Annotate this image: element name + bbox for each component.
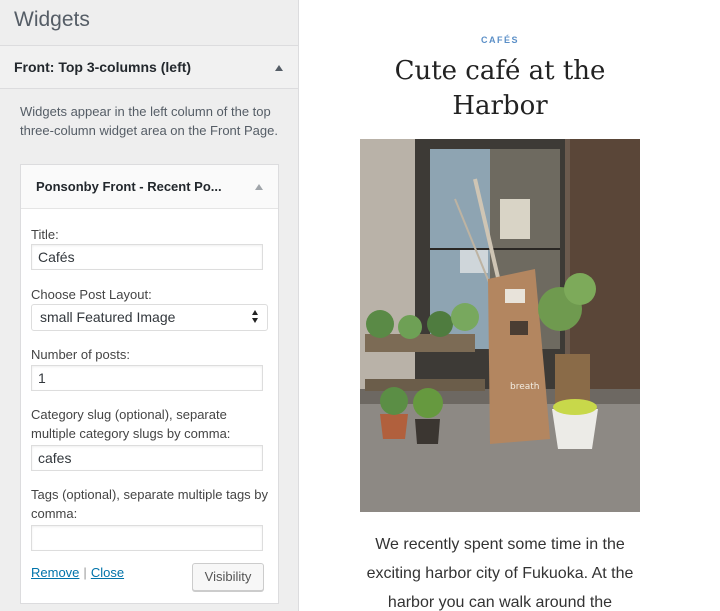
- number-of-posts-label: Number of posts:: [31, 347, 130, 362]
- collapse-up-icon[interactable]: [275, 65, 283, 71]
- widget-area-section-header[interactable]: Front: Top 3-columns (left): [0, 45, 298, 89]
- sign-text: breath: [510, 382, 540, 392]
- post-layout-label: Choose Post Layout:: [31, 287, 152, 302]
- widget-header[interactable]: Ponsonby Front - Recent Po...: [21, 165, 278, 209]
- post-layout-select[interactable]: small Featured Image: [31, 304, 268, 331]
- post-layout-selected-value: small Featured Image: [40, 309, 176, 325]
- recent-posts-widget: Ponsonby Front - Recent Po... Title: Cho…: [20, 164, 279, 604]
- cafe-storefront-photo: breath: [360, 139, 640, 512]
- title-label: Title:: [31, 227, 59, 242]
- featured-image[interactable]: breath: [360, 139, 640, 512]
- widget-actions: Remove | Close: [31, 565, 124, 580]
- action-separator: |: [83, 565, 87, 580]
- tags-label: Tags (optional), separate multiple tags …: [31, 487, 269, 521]
- customizer-panel: Widgets Front: Top 3-columns (left) Widg…: [0, 0, 299, 611]
- panel-title: Widgets: [14, 8, 90, 31]
- select-arrows-icon: [252, 310, 260, 324]
- widget-area-title: Front: Top 3-columns (left): [14, 59, 192, 75]
- tags-input[interactable]: [31, 525, 263, 551]
- widget-toggle-icon[interactable]: [255, 184, 263, 190]
- widget-title: Ponsonby Front - Recent Po...: [36, 179, 222, 194]
- number-of-posts-input[interactable]: [31, 365, 263, 391]
- visibility-button[interactable]: Visibility: [192, 563, 264, 591]
- category-slug-input[interactable]: [31, 445, 263, 471]
- post-excerpt: We recently spent some time in the excit…: [366, 536, 634, 611]
- post-category[interactable]: CAFÉS: [300, 35, 700, 45]
- title-input[interactable]: [31, 244, 263, 270]
- close-link[interactable]: Close: [91, 565, 124, 580]
- category-slug-label: Category slug (optional), separate multi…: [31, 407, 231, 441]
- widget-area-description: Widgets appear in the left column of the…: [20, 104, 278, 138]
- post-title[interactable]: Cute café at the Harbor: [350, 54, 650, 124]
- remove-link[interactable]: Remove: [31, 565, 79, 580]
- site-preview: CAFÉS Cute café at the Harbor breath We …: [300, 0, 720, 611]
